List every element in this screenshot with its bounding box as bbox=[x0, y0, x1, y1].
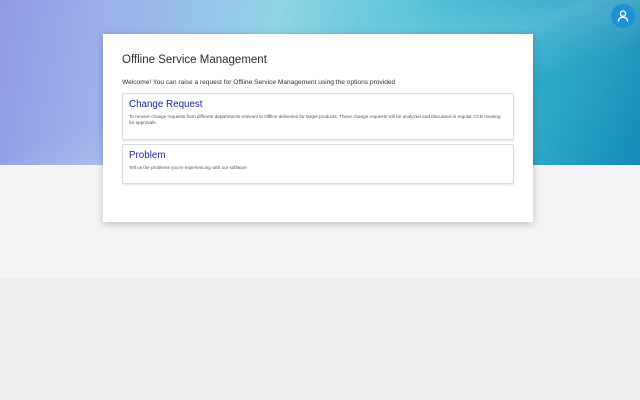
problem-title[interactable]: Problem bbox=[129, 150, 507, 161]
portal-intro: Welcome! You can raise a request for Off… bbox=[122, 79, 396, 86]
portal-title: Offline Service Management bbox=[122, 54, 267, 66]
problem-option[interactable]: Problem Tell us the problems you're expe… bbox=[122, 144, 514, 184]
change-request-description: To receive change requests from differen… bbox=[129, 114, 501, 126]
profile-button[interactable] bbox=[611, 4, 635, 28]
user-icon bbox=[617, 10, 629, 22]
portal-card: Offline Service Management Welcome! You … bbox=[103, 34, 533, 222]
problem-description: Tell us the problems you're experiencing… bbox=[129, 165, 247, 170]
change-request-option[interactable]: Change Request To receive change request… bbox=[122, 93, 514, 140]
change-request-title[interactable]: Change Request bbox=[129, 99, 507, 110]
page-footer-area bbox=[0, 278, 640, 400]
